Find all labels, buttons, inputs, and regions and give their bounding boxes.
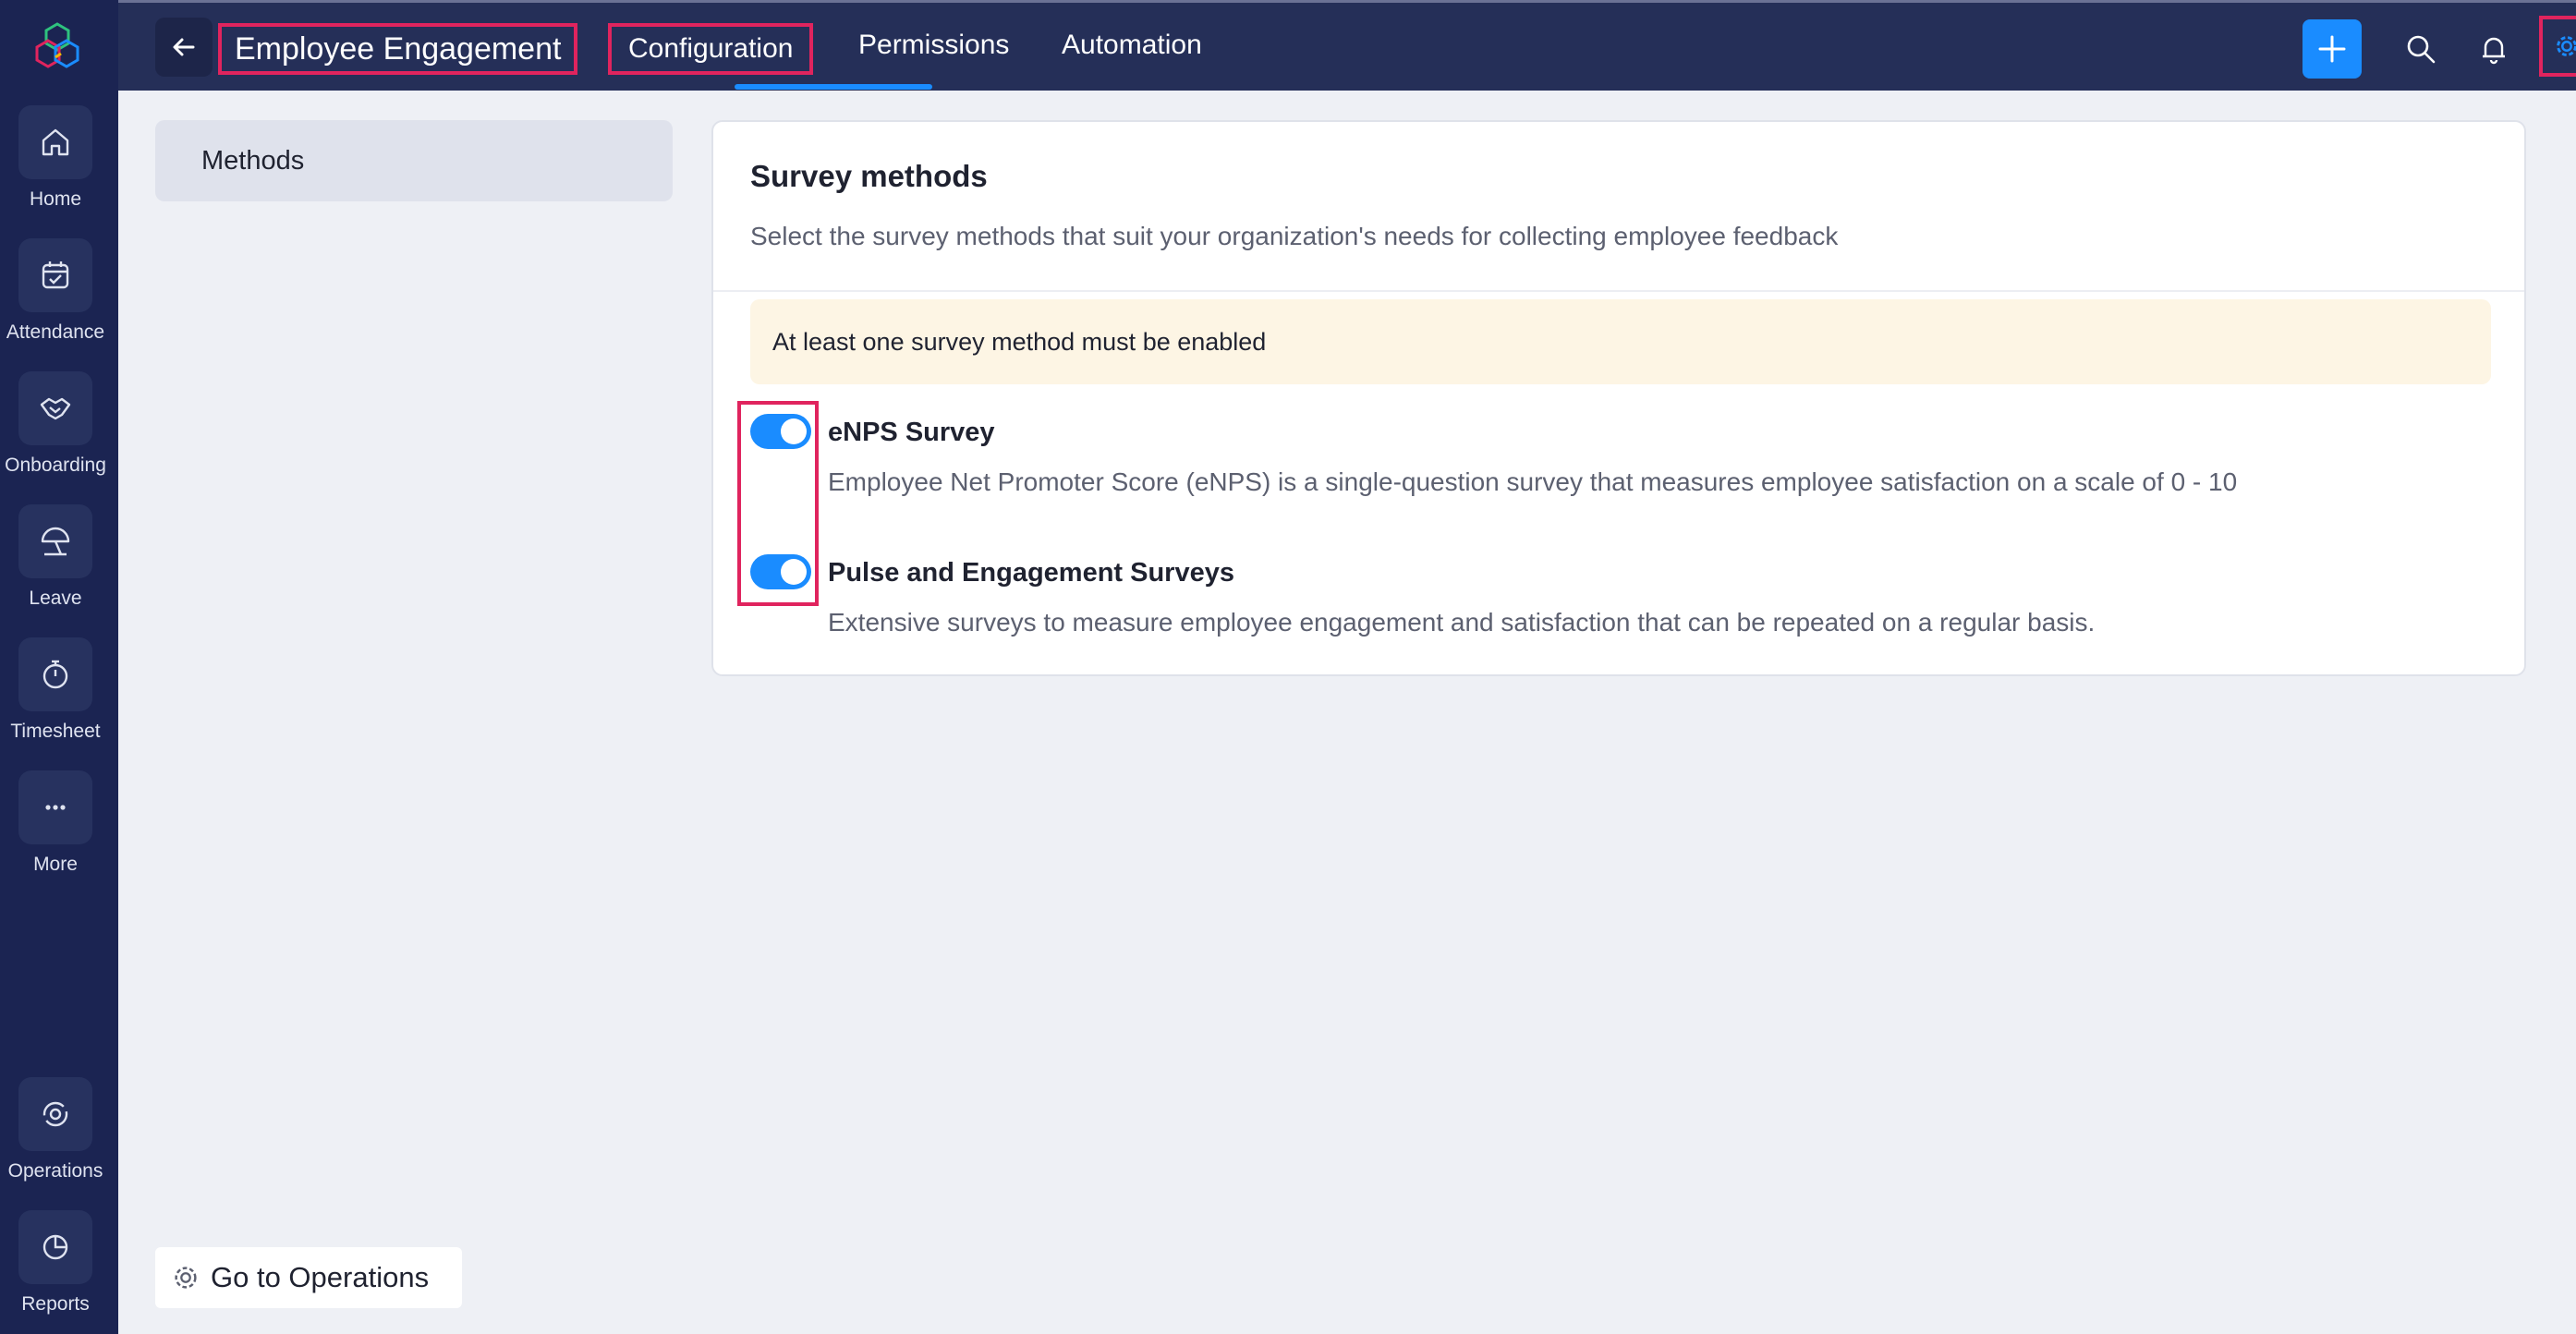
nav-item-operations[interactable]: Operations xyxy=(0,1077,111,1182)
calendar-check-icon xyxy=(42,261,69,289)
settings-button[interactable] xyxy=(2539,16,2576,77)
left-navigation-rail: Home Attendance Onboarding Leave Timeshe… xyxy=(0,0,118,1334)
nav-item-leave[interactable]: Leave xyxy=(0,504,111,610)
method-description-enps: Employee Net Promoter Score (eNPS) is a … xyxy=(828,467,2238,496)
bell-icon xyxy=(2483,37,2505,65)
nav-label-timesheet: Timesheet xyxy=(10,721,101,742)
stopwatch-icon xyxy=(43,660,68,689)
sidebar-item-methods[interactable]: Methods xyxy=(155,120,673,201)
tab-automation[interactable]: Automation xyxy=(1062,23,1202,75)
arrow-left-icon xyxy=(173,38,195,56)
add-button[interactable] xyxy=(2303,19,2362,79)
nav-label-onboarding: Onboarding xyxy=(5,455,106,476)
search-icon xyxy=(2407,35,2436,64)
nav-label-operations: Operations xyxy=(7,1160,103,1182)
enps-survey-toggle[interactable] xyxy=(750,414,811,449)
section-title: Survey methods xyxy=(750,159,988,193)
search-button[interactable] xyxy=(2395,23,2447,75)
operations-icon xyxy=(43,1101,68,1127)
go-to-operations-label: Go to Operations xyxy=(211,1261,430,1293)
app-logo-icon[interactable] xyxy=(28,20,87,72)
go-to-operations-button[interactable]: Go to Operations xyxy=(155,1247,462,1308)
method-title-pulse: Pulse and Engagement Surveys xyxy=(828,558,1234,588)
app-title: Employee Engagement xyxy=(218,23,578,75)
beach-umbrella-icon xyxy=(41,527,70,556)
home-icon xyxy=(42,128,69,156)
nav-label-leave: Leave xyxy=(29,588,82,609)
more-dots-icon xyxy=(45,805,66,810)
nav-label-home: Home xyxy=(29,188,82,210)
nav-item-reports[interactable]: Reports xyxy=(0,1210,111,1316)
nav-item-attendance[interactable]: Attendance xyxy=(0,238,111,344)
method-description-pulse: Extensive surveys to measure employee en… xyxy=(828,608,2096,637)
pie-chart-icon xyxy=(43,1234,68,1260)
pulse-survey-toggle[interactable] xyxy=(750,554,811,589)
active-tab-indicator xyxy=(735,84,932,90)
info-notice: At least one survey method must be enabl… xyxy=(750,299,2491,384)
divider xyxy=(713,290,2524,292)
gear-icon xyxy=(2557,36,2576,56)
top-bar: Employee Engagement Configuration Permis… xyxy=(118,0,2576,91)
back-button[interactable] xyxy=(155,18,213,77)
nav-item-timesheet[interactable]: Timesheet xyxy=(0,637,111,743)
nav-label-reports: Reports xyxy=(21,1293,90,1315)
nav-item-more[interactable]: More xyxy=(0,770,111,876)
plus-icon xyxy=(2318,35,2346,63)
nav-item-onboarding[interactable]: Onboarding xyxy=(0,371,111,477)
section-subtitle: Select the survey methods that suit your… xyxy=(750,222,1839,250)
notifications-button[interactable] xyxy=(2468,23,2520,75)
nav-item-home[interactable]: Home xyxy=(0,105,111,211)
nav-label-attendance: Attendance xyxy=(6,321,105,343)
tab-configuration[interactable]: Configuration xyxy=(608,23,814,75)
survey-methods-card: Survey methods Select the survey methods… xyxy=(711,120,2526,676)
nav-label-more: More xyxy=(33,854,78,875)
method-title-enps: eNPS Survey xyxy=(828,418,995,447)
handshake-icon xyxy=(40,397,71,420)
gear-icon xyxy=(175,1267,197,1289)
tab-permissions[interactable]: Permissions xyxy=(858,23,1009,75)
